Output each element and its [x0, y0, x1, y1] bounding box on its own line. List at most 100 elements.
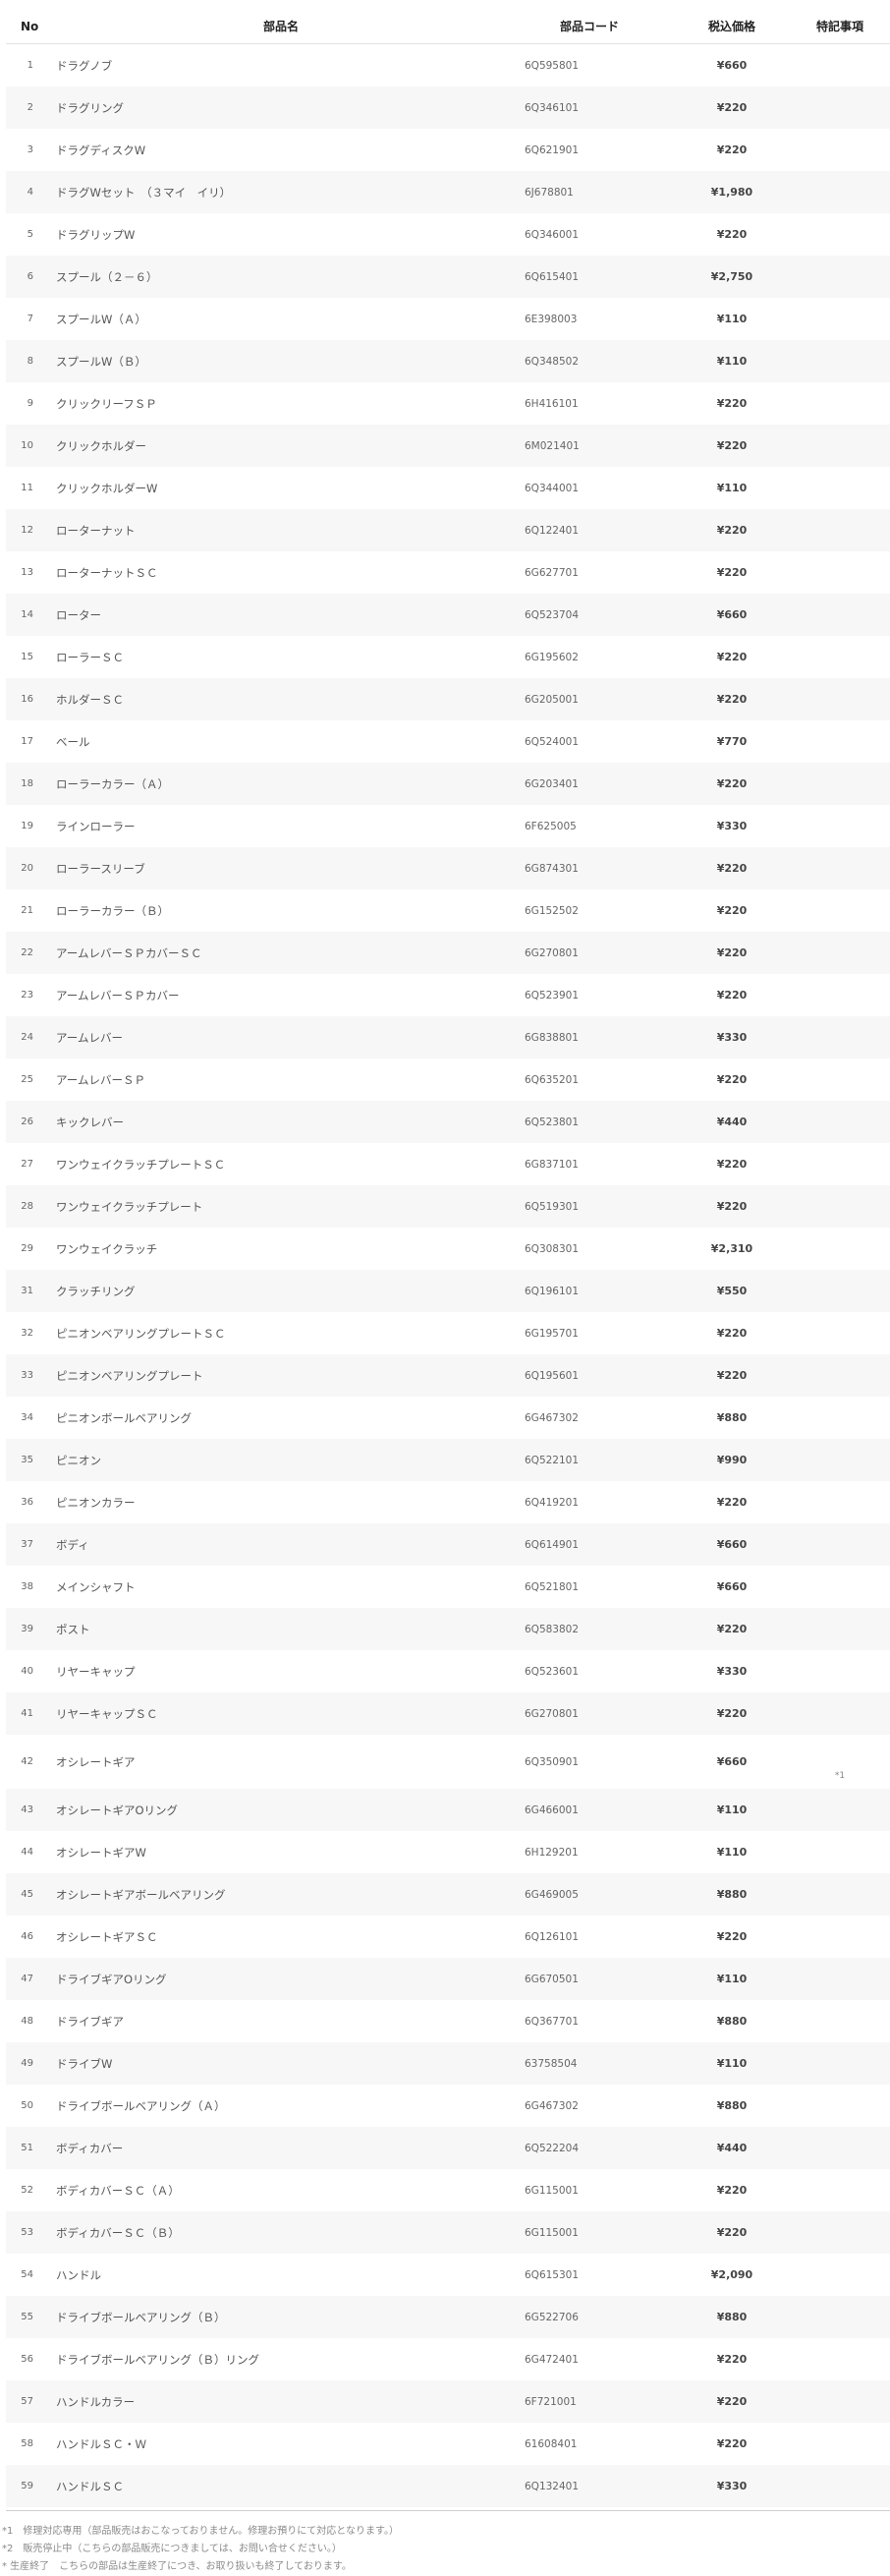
cell-no: 31 [6, 1270, 45, 1312]
cell-notes [790, 551, 890, 594]
cell-price: ¥2,750 [674, 256, 790, 298]
cell-no: 14 [6, 594, 45, 636]
cell-no: 15 [21, 652, 33, 662]
cell-part-code: 6Q523704 [517, 594, 674, 636]
cell-part-code: 6G115001 [525, 2184, 579, 2197]
cell-no: 42 [21, 1756, 33, 1767]
cell-part-name: ピニオンボールベアリング [56, 1410, 192, 1425]
cell-part-name: ピニオン [45, 1439, 517, 1481]
cell-part-name: ドライブギア [56, 2014, 124, 2029]
cell-price: ¥220 [674, 763, 790, 805]
cell-no: 3 [27, 144, 33, 155]
table-row: 31 クラッチリング 6Q196101 ¥550 [6, 1270, 890, 1312]
cell-notes [790, 1143, 890, 1185]
cell-part-code: 6Q126101 [525, 1930, 580, 1943]
cell-notes [790, 2296, 890, 2338]
table-row: 15 ローラーＳＣ 6G195602 ¥220 [6, 636, 890, 678]
cell-price: ¥220 [716, 1327, 748, 1340]
cell-part-code: 6Q523801 [517, 1101, 674, 1143]
cell-notes [790, 2127, 890, 2169]
cell-price: ¥220 [674, 1608, 790, 1650]
cell-no: 44 [21, 1847, 33, 1858]
header-no: No [6, 9, 45, 44]
table-row: 24 アームレバー 6G838801 ¥330 [6, 1016, 890, 1059]
cell-notes [790, 1059, 890, 1101]
cell-part-name: ドラグリング [45, 86, 517, 129]
table-row: 34 ピニオンボールベアリング 6G467302 ¥880 [6, 1397, 890, 1439]
cell-price: ¥220 [716, 228, 748, 241]
cell-notes [790, 2000, 890, 2042]
cell-part-code: 6G467302 [525, 2099, 579, 2112]
cell-price: ¥220 [674, 2380, 790, 2423]
cell-price: ¥660 [674, 594, 790, 636]
cell-price: ¥220 [716, 989, 748, 1002]
cell-notes [790, 1397, 890, 1439]
cell-price: ¥880 [674, 2296, 790, 2338]
cell-notes [790, 2042, 890, 2085]
cell-no: 10 [6, 425, 45, 467]
cell-notes [790, 256, 890, 298]
table-row: 37 ボディ 6Q614901 ¥660 [6, 1523, 890, 1566]
table-row: 14 ローター 6Q523704 ¥660 [6, 594, 890, 636]
cell-no: 54 [21, 2269, 33, 2280]
cell-price: ¥220 [716, 397, 748, 410]
table-row: 21 ローラーカラー（Ｂ） 6G152502 ¥220 [6, 889, 890, 932]
cell-no: 36 [21, 1497, 33, 1508]
table-row: 40 リヤーキャップ 6Q523601 ¥330 [6, 1650, 890, 1692]
table-row: 1 ドラグノブ 6Q595801 ¥660 [6, 44, 890, 87]
table-row: 22 アームレバーＳＰカバーＳＣ 6G270801 ¥220 [6, 932, 890, 974]
cell-notes [790, 1916, 890, 1958]
cell-price: ¥880 [716, 1411, 748, 1424]
cell-part-name: スプール（２－６） [45, 256, 517, 298]
cell-notes [790, 1228, 890, 1270]
cell-notes [790, 425, 890, 467]
cell-part-name: アームレバーＳＰ [56, 1072, 145, 1087]
cell-part-name: ドライブボールベアリング（Ａ） [56, 2098, 226, 2113]
cell-no: 38 [21, 1581, 33, 1592]
cell-no: 50 [21, 2100, 33, 2111]
cell-price: ¥2,090 [710, 2268, 753, 2281]
table-row: 19 ラインローラー 6F625005 ¥330 [6, 805, 890, 847]
cell-notes [790, 1016, 890, 1059]
cell-part-name: アームレバーＳＰカバー [56, 988, 180, 1002]
cell-price: ¥220 [674, 86, 790, 129]
cell-part-code: 6J678801 [517, 171, 674, 213]
cell-no: 12 [6, 509, 45, 551]
table-row: 49 ドライブW 63758504 ¥110 [6, 2042, 890, 2085]
cell-no: 43 [6, 1789, 45, 1831]
cell-no: 22 [6, 932, 45, 974]
table-row: 43 オシレートギアOリング 6G466001 ¥110 [6, 1789, 890, 1831]
cell-part-name: アームレバーＳＰカバーＳＣ [45, 932, 517, 974]
table-row: 2 ドラグリング 6Q346101 ¥220 [6, 86, 890, 129]
cell-price: ¥880 [716, 2099, 748, 2112]
cell-notes [790, 1523, 890, 1566]
cell-part-name: ボディカバーＳＣ（Ａ） [56, 2183, 180, 2198]
cell-notes [790, 805, 890, 847]
cell-part-code: 6Q595801 [525, 59, 580, 72]
cell-part-name: ローラーカラー（Ａ） [45, 763, 517, 805]
cell-notes [790, 129, 890, 171]
table-row: 13 ローターナットＳＣ 6G627701 ¥220 [6, 551, 890, 594]
table-row: 4 ドラグWセット （３マイ イリ） 6J678801 ¥1,980 [6, 171, 890, 213]
cell-part-code: 6G467302 [525, 1411, 579, 1424]
cell-notes [790, 1789, 890, 1831]
cell-part-name: ハンドルカラー [45, 2380, 517, 2423]
cell-part-code: 6Q132401 [517, 2465, 674, 2507]
cell-price: ¥220 [674, 1185, 790, 1228]
cell-no: 19 [21, 821, 33, 831]
table-row: 25 アームレバーＳＰ 6Q635201 ¥220 [6, 1059, 890, 1101]
cell-part-code: 6F721001 [517, 2380, 674, 2423]
cell-part-code: 6Q195601 [517, 1354, 674, 1397]
cell-part-code: 6Q521801 [525, 1580, 580, 1593]
cell-price: ¥220 [716, 1930, 748, 1943]
cell-part-name: リヤーキャップＳＣ [45, 1692, 517, 1735]
cell-no: 39 [6, 1608, 45, 1650]
cell-price: ¥220 [674, 678, 790, 720]
cell-part-name: ドラグリップW [56, 227, 136, 242]
table-body: 1 ドラグノブ 6Q595801 ¥660 2 ドラグリング 6Q346101 ¥220 3 ドラ… [6, 44, 890, 2507]
table-row: 44 オシレートギアW 6H129201 ¥110 [6, 1831, 890, 1873]
cell-price: ¥220 [674, 425, 790, 467]
cell-price: ¥220 [674, 509, 790, 551]
cell-no: 27 [21, 1159, 33, 1170]
cell-notes [790, 44, 890, 87]
